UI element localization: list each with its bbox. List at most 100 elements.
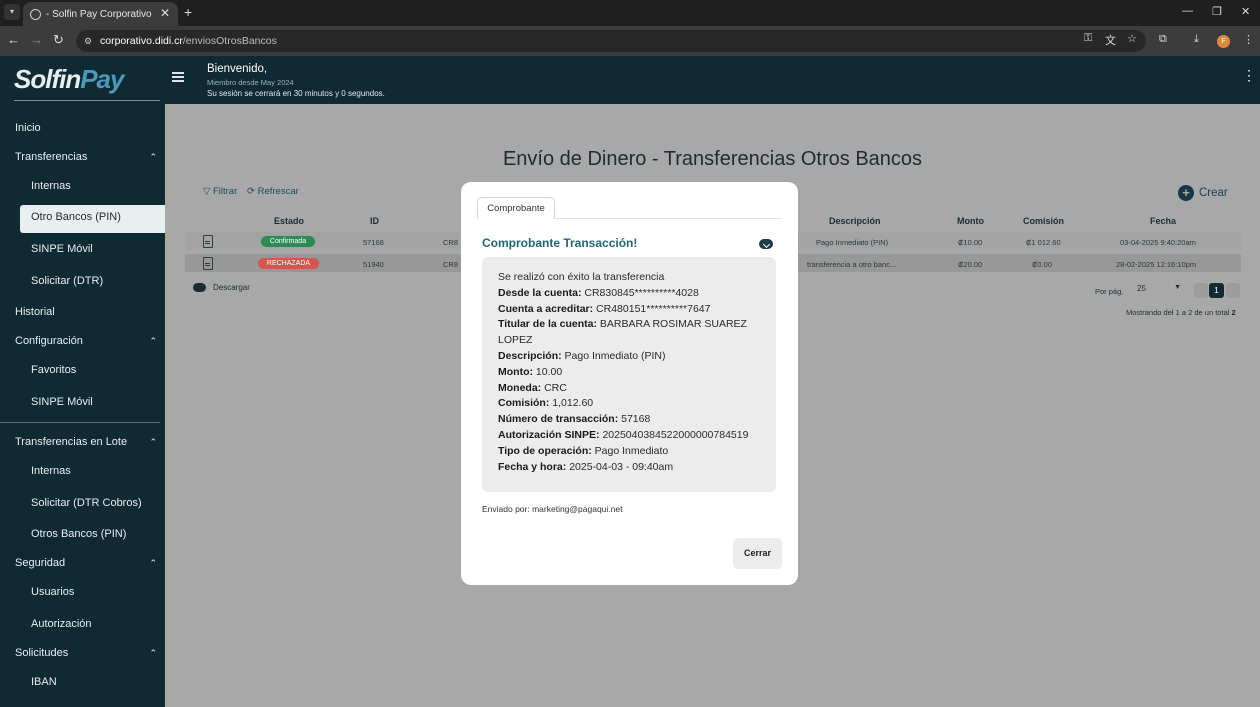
sidebar-item-seguridad[interactable]: Seguridad — [15, 557, 65, 569]
row-id: 51940 — [363, 260, 384, 269]
refresh-button[interactable]: ⟳ Refrescar — [247, 186, 299, 197]
profile-avatar[interactable]: F — [1217, 35, 1230, 48]
sidebar-item-solicitar-dtr-cobros[interactable]: Solicitar (DTR Cobros) — [31, 497, 142, 509]
close-button[interactable]: Cerrar — [733, 538, 782, 569]
sidebar-item-sinpe-movil[interactable]: SINPE Móvil — [31, 243, 93, 255]
sidebar-item-autorizacion[interactable]: Autorización — [31, 618, 92, 630]
reload-icon[interactable]: ↻ — [53, 32, 64, 48]
column-header-estado[interactable]: Estado — [274, 216, 304, 226]
row-amount: ₡20.00 — [958, 260, 983, 269]
column-header-comision[interactable]: Comisión — [1023, 216, 1064, 226]
sidebar-item-sinpe-movil-config[interactable]: SINPE Móvil — [31, 396, 93, 408]
welcome-text: Bienvenido, — [207, 63, 268, 75]
detail-sinpe-auth: Autorización SINPE: 20250403845220000007… — [498, 428, 749, 441]
column-header-descripcion[interactable]: Descripción — [829, 216, 881, 226]
browser-tabbar: ▾ - Solfin Pay Corporativo ✕ + — ❐ ✕ — [0, 0, 1260, 26]
translate-icon[interactable]: 文 — [1105, 32, 1116, 48]
status-badge: RECHAZADA — [258, 258, 319, 269]
detail-fee: Comisión: 1,012.60 — [498, 397, 594, 410]
sidebar-item-solicitar-dtr[interactable]: Solicitar (DTR) — [31, 275, 103, 287]
url-host: corporativo.didi.cr — [100, 35, 183, 47]
row-description: Pago Inmediato (PIN) — [816, 238, 889, 247]
detail-holder: Titular de la cuenta: BARBARA ROSIMAR SU… — [498, 318, 747, 347]
sidebar-divider — [0, 422, 160, 423]
download-button[interactable]: Descargar — [193, 283, 250, 292]
chevron-up-icon[interactable]: ⌃ — [149, 336, 157, 347]
more-options-icon[interactable]: ⋮ — [1242, 68, 1256, 82]
sidebar-item-historial[interactable]: Historial — [15, 306, 55, 318]
detail-description: Descripción: Pago Inmediato (PIN) — [498, 349, 666, 362]
sidebar-item-lote-otros-bancos[interactable]: Otros Bancos (PIN) — [31, 528, 126, 540]
extensions-icon[interactable]: ⧉ — [1159, 33, 1167, 46]
row-date: 03-04-2025 9:40:20am — [1120, 238, 1196, 247]
column-header-monto[interactable]: Monto — [957, 216, 984, 226]
password-key-icon[interactable]: ⚿ — [1084, 32, 1092, 45]
url-path: /enviosOtrosBancos — [182, 35, 277, 47]
sidebar-item-transferencias[interactable]: Transferencias — [15, 151, 87, 163]
app-header: SolfinPay Bienvenido, Miembro desde May … — [0, 56, 1260, 104]
sidebar-item-transferencias-lote[interactable]: Transferencias en Lote — [15, 436, 127, 448]
site-info-icon[interactable]: ⚙ — [84, 36, 94, 46]
page-title: Envío de Dinero - Transferencias Otros B… — [502, 148, 923, 170]
minimize-icon[interactable]: — — [1182, 5, 1193, 17]
session-notice: Su sesión se cerrará en 30 minutos y 0 s… — [207, 89, 385, 98]
sidebar-item-configuracion[interactable]: Configuración — [15, 335, 83, 347]
column-header-fecha[interactable]: Fecha — [1150, 216, 1176, 226]
document-icon[interactable] — [203, 257, 213, 270]
logo[interactable]: SolfinPay — [14, 64, 124, 95]
sidebar-item-usuarios[interactable]: Usuarios — [31, 586, 74, 598]
sidebar-item-otro-bancos[interactable]: Otro Bancos (PIN) — [31, 211, 121, 223]
back-icon[interactable]: ← — [7, 32, 20, 47]
sidebar-item-solicitudes[interactable]: Solicitudes — [15, 647, 68, 659]
chevron-up-icon[interactable]: ⌃ — [149, 648, 157, 659]
row-amount: ₡10.00 — [958, 238, 983, 247]
detail-to-account: Cuenta a acreditar: CR480151**********76… — [498, 302, 711, 315]
globe-icon — [30, 8, 41, 20]
tab-comprobante[interactable]: Comprobante — [477, 197, 555, 219]
window-close-icon[interactable]: ✕ — [1241, 5, 1250, 18]
next-page-button[interactable] — [1226, 283, 1240, 298]
sent-by: Enviado por: marketing@pagaqui.net — [482, 504, 623, 514]
logo-divider — [14, 100, 160, 101]
sidebar-item-inicio[interactable]: Inicio — [15, 122, 41, 134]
download-icon[interactable]: ⤓ — [1194, 33, 1199, 46]
document-icon[interactable] — [203, 235, 213, 248]
new-tab-icon[interactable]: + — [184, 4, 192, 20]
bookmark-star-icon[interactable]: ☆ — [1127, 32, 1137, 45]
browser-toolbar: ← → ↻ ⚙ corporativo.didi.cr/enviosOtrosB… — [0, 26, 1260, 56]
detail-from-account: Desde la cuenta: CR830845**********4028 — [498, 286, 699, 299]
chevron-up-icon[interactable]: ⌃ — [149, 558, 157, 569]
page-button-current[interactable]: 1 — [1209, 283, 1224, 298]
tab-search-icon[interactable]: ▾ — [4, 4, 20, 20]
chevron-up-icon[interactable]: ⌃ — [149, 152, 157, 163]
address-bar[interactable]: ⚙ corporativo.didi.cr/enviosOtrosBancos — [76, 30, 1146, 52]
browser-menu-icon[interactable]: ⋮ — [1243, 33, 1254, 46]
cloud-download-icon — [193, 283, 206, 292]
sidebar-item-lote-internas[interactable]: Internas — [31, 465, 71, 477]
hamburger-menu-icon[interactable] — [172, 72, 184, 82]
row-fee: ₡0.00 — [1032, 260, 1053, 269]
pagination-summary: Mostrando del 1 a 2 de un total 2 — [1126, 308, 1236, 317]
chevron-up-icon[interactable]: ⌃ — [149, 437, 157, 448]
sidebar-item-internas[interactable]: Internas — [31, 180, 71, 192]
receipt-details: Se realizó con éxito la transferencia De… — [482, 257, 776, 492]
create-button[interactable]: + Crear — [1178, 185, 1228, 201]
column-header-id[interactable]: ID — [370, 216, 379, 226]
chevron-down-icon: ▼ — [1174, 284, 1181, 291]
row-account: CR8 — [443, 260, 459, 269]
success-message: Se realizó con éxito la transferencia — [498, 271, 665, 283]
sidebar-item-favoritos[interactable]: Favoritos — [31, 364, 76, 376]
refresh-icon: ⟳ — [247, 186, 258, 197]
maximize-icon[interactable]: ❐ — [1212, 5, 1222, 18]
per-page-select[interactable]: 25 ▼ — [1137, 284, 1183, 298]
tab-close-icon[interactable]: ✕ — [160, 6, 170, 20]
sidebar-item-iban[interactable]: IBAN — [31, 676, 57, 688]
browser-tab[interactable]: - Solfin Pay Corporativo ✕ — [23, 2, 178, 26]
forward-icon[interactable]: → — [30, 32, 43, 47]
prev-page-button[interactable] — [1194, 283, 1208, 298]
cloud-download-icon[interactable] — [759, 239, 773, 249]
filter-button[interactable]: ▽ Filtrar — [203, 186, 237, 197]
row-fee: ₡1 012.60 — [1026, 238, 1061, 247]
detail-operation-type: Tipo de operación: Pago Inmediato — [498, 444, 669, 457]
member-since: Miembro desde May 2024 — [207, 78, 294, 87]
